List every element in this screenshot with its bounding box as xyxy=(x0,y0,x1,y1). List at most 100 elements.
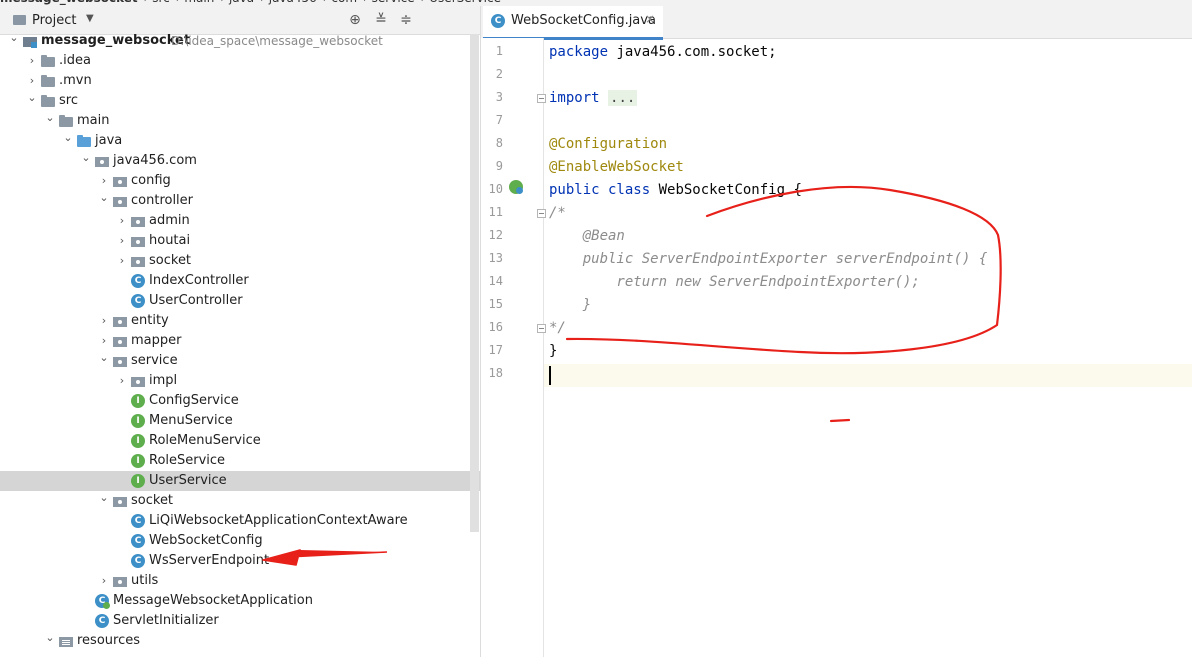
tree-item-label: main xyxy=(77,113,110,128)
fold-toggle-icon[interactable] xyxy=(537,94,546,103)
code-line: @EnableWebSocket xyxy=(549,156,684,179)
expand-all-icon[interactable]: ≚ xyxy=(372,11,390,29)
collapse-all-icon[interactable]: ≑ xyxy=(397,11,415,29)
tree-item[interactable]: › .idea xyxy=(0,51,480,71)
tree-item[interactable]: IndexController xyxy=(0,271,480,291)
tree-item-label: java456.com xyxy=(113,153,197,168)
chevron-down-icon[interactable]: ⌄ xyxy=(98,188,110,208)
tree-item[interactable]: WebSocketConfig xyxy=(0,531,480,551)
chevron-down-icon[interactable]: ⌄ xyxy=(98,348,110,368)
tree-item[interactable]: UserService xyxy=(0,471,480,491)
line-number-gutter[interactable]: 1 2 3 7 8 9 10 11 12 13 14 15 16 17 18 xyxy=(481,38,546,657)
tree-item[interactable]: MessageWebsocketApplication xyxy=(0,591,480,611)
chevron-right-icon[interactable]: › xyxy=(98,311,110,331)
tree-item-label: utils xyxy=(131,573,159,588)
current-line-highlight xyxy=(481,364,1192,387)
code-line: */ xyxy=(549,317,566,340)
chevron-down-icon[interactable]: ⌄ xyxy=(8,28,20,48)
chevron-down-icon[interactable]: ▼ xyxy=(86,13,94,24)
tree-item[interactable]: ServletInitializer xyxy=(0,611,480,631)
tree-item[interactable]: › utils xyxy=(0,571,480,591)
chevron-right-icon[interactable]: › xyxy=(26,51,38,71)
tree-item[interactable]: › impl xyxy=(0,371,480,391)
package-icon xyxy=(131,214,145,228)
breadcrumb-item[interactable]: › java xyxy=(220,0,254,5)
spring-bean-gutter-icon[interactable] xyxy=(509,180,523,194)
tree-item[interactable]: ⌄ java xyxy=(0,131,480,151)
project-scrollbar[interactable] xyxy=(470,34,479,532)
tree-item-label: socket xyxy=(149,253,192,268)
breadcrumb-item[interactable]: › java456 xyxy=(260,0,317,5)
interface-icon xyxy=(131,454,145,468)
tree-item[interactable]: ConfigService xyxy=(0,391,480,411)
tree-item[interactable]: › socket xyxy=(0,251,480,271)
tree-item[interactable]: RoleMenuService xyxy=(0,431,480,451)
tree-item[interactable]: MenuService xyxy=(0,411,480,431)
breadcrumb-item[interactable]: › com xyxy=(323,0,357,5)
tree-item[interactable]: › entity xyxy=(0,311,480,331)
package-icon xyxy=(113,574,127,588)
line-number: 18 xyxy=(488,366,503,380)
chevron-right-icon[interactable]: › xyxy=(98,571,110,591)
tree-item-label: LiQiWebsocketApplicationContextAware xyxy=(149,513,408,528)
breadcrumb-item[interactable]: › UserService xyxy=(421,0,501,5)
module-folder-icon xyxy=(23,34,37,48)
tree-item[interactable]: ⌄ src xyxy=(0,91,480,111)
tree-item-label: message_websocket xyxy=(41,33,191,48)
chevron-down-icon[interactable]: ⌄ xyxy=(44,108,56,128)
code-token[interactable]: ... xyxy=(608,90,638,106)
tree-item-label: WebSocketConfig xyxy=(149,533,263,548)
line-number: 3 xyxy=(495,90,503,104)
tree-item[interactable]: ⌄ java456.com xyxy=(0,151,480,171)
breadcrumb-item[interactable]: › src xyxy=(144,0,170,5)
chevron-right-icon[interactable]: › xyxy=(116,211,128,231)
chevron-right-icon[interactable]: › xyxy=(116,371,128,391)
breadcrumb-item[interactable]: › main xyxy=(176,0,215,5)
tree-item[interactable]: ⌄ resources xyxy=(0,631,480,651)
chevron-down-icon[interactable]: ⌄ xyxy=(26,88,38,108)
resources-folder-icon xyxy=(59,634,73,648)
tree-item[interactable]: › config xyxy=(0,171,480,191)
tree-item[interactable]: › mapper xyxy=(0,331,480,351)
chevron-right-icon[interactable]: › xyxy=(116,251,128,271)
tree-item[interactable]: UserController xyxy=(0,291,480,311)
chevron-down-icon[interactable]: ⌄ xyxy=(98,488,110,508)
tree-item[interactable]: ⌄ controller xyxy=(0,191,480,211)
tab-websocketconfig[interactable]: WebSocketConfig.java × xyxy=(483,6,663,40)
project-title[interactable]: Project xyxy=(32,13,76,28)
fold-toggle-icon[interactable] xyxy=(537,209,546,218)
chevron-down-icon[interactable]: ⌄ xyxy=(44,628,56,648)
tree-item[interactable]: WsServerEndpoint xyxy=(0,551,480,571)
tree-item-label: resources xyxy=(77,633,141,648)
tree-item[interactable]: › admin xyxy=(0,211,480,231)
tree-item[interactable]: LiQiWebsocketApplicationContextAware xyxy=(0,511,480,531)
tree-item[interactable]: ⌄ message_websocket D:\idea_space\message_… xyxy=(0,31,480,51)
tree-item-label: ServletInitializer xyxy=(113,613,219,628)
code-token: package xyxy=(549,44,609,60)
tree-item[interactable]: › houtai xyxy=(0,231,480,251)
line-number: 9 xyxy=(495,159,503,173)
project-view-icon xyxy=(13,15,26,25)
chevron-right-icon[interactable]: › xyxy=(116,231,128,251)
code-token: @Configuration xyxy=(549,136,668,152)
project-tool-window: Project ▼ ⊕ ≚ ≑ ⌄ message_websocket D:\ide… xyxy=(0,6,481,657)
fold-toggle-icon[interactable] xyxy=(537,324,546,333)
locate-file-icon[interactable]: ⊕ xyxy=(346,11,364,29)
tree-item[interactable]: RoleService xyxy=(0,451,480,471)
breadcrumb-item[interactable]: › service xyxy=(363,0,415,5)
tree-item[interactable]: ⌄ service xyxy=(0,351,480,371)
tree-item[interactable]: › .mvn xyxy=(0,71,480,91)
package-icon xyxy=(113,334,127,348)
tree-item-label: UserController xyxy=(149,293,243,308)
tree-item[interactable]: ⌄ socket xyxy=(0,491,480,511)
breadcrumb-item[interactable]: message_websocket xyxy=(0,0,138,5)
code-token: public class xyxy=(549,182,651,198)
close-icon[interactable]: × xyxy=(645,12,655,26)
code-line: public class WebSocketConfig { xyxy=(549,179,802,202)
tree-item-label: IndexController xyxy=(149,273,249,288)
chevron-down-icon[interactable]: ⌄ xyxy=(62,128,74,148)
interface-icon xyxy=(131,414,145,428)
chevron-down-icon[interactable]: ⌄ xyxy=(80,148,92,168)
class-icon xyxy=(131,274,145,288)
line-number: 12 xyxy=(488,228,503,242)
